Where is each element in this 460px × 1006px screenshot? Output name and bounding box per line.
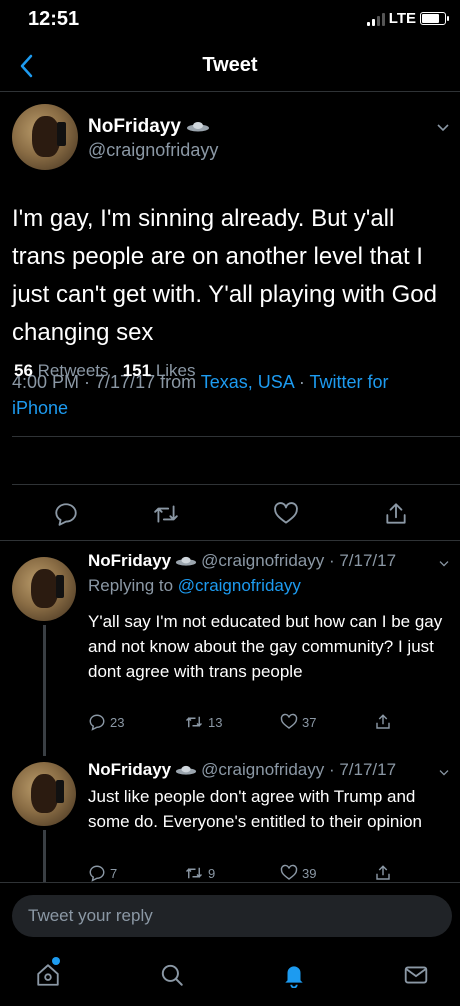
reply-count: 23 bbox=[110, 714, 125, 730]
retweet-button[interactable]: 13 bbox=[184, 713, 222, 731]
replying-to-label: Replying to bbox=[88, 576, 178, 595]
chevron-down-icon bbox=[439, 561, 449, 567]
thread-line bbox=[43, 625, 46, 756]
reply-actions: 7 9 39 bbox=[88, 864, 428, 882]
retweet-button[interactable]: 9 bbox=[184, 864, 215, 882]
reply-text: Y'all say I'm not educated but how can I… bbox=[88, 612, 443, 681]
reply-icon bbox=[89, 865, 105, 882]
reply-text: Just like people don't agree with Trump … bbox=[88, 787, 422, 831]
reply-header: NoFridayy @craignofridayy · 7/17/17 bbox=[88, 551, 396, 571]
retweets-stat[interactable]: 56 Retweets bbox=[14, 361, 109, 380]
avatar[interactable] bbox=[12, 762, 76, 826]
tweet-actions bbox=[0, 494, 460, 540]
share-icon bbox=[376, 714, 390, 729]
bottom-bar: Tweet your reply bbox=[0, 882, 460, 1006]
replying-to: Replying to @craignofridayy bbox=[88, 576, 301, 596]
reply-input[interactable]: Tweet your reply bbox=[12, 895, 452, 937]
like-count: 37 bbox=[302, 714, 317, 730]
search-icon bbox=[161, 964, 183, 986]
reply-author-name[interactable]: NoFridayy bbox=[88, 551, 171, 571]
reply-author-name[interactable]: NoFridayy bbox=[88, 760, 171, 780]
messages-icon bbox=[404, 966, 428, 984]
retweets-label: Retweets bbox=[37, 361, 109, 380]
tweet-text: I'm gay, I'm sinning already. But y'all … bbox=[12, 205, 437, 346]
thread-line bbox=[43, 830, 46, 882]
more-options-button[interactable] bbox=[438, 764, 450, 782]
reply-input-placeholder: Tweet your reply bbox=[28, 906, 153, 925]
more-options-button[interactable] bbox=[436, 120, 450, 138]
notifications-icon bbox=[285, 966, 303, 988]
divider bbox=[12, 436, 460, 437]
divider bbox=[12, 484, 460, 485]
like-count: 39 bbox=[302, 865, 317, 881]
author-name[interactable]: NoFridayy bbox=[88, 116, 210, 138]
like-button[interactable]: 37 bbox=[280, 713, 316, 731]
tweet-stats: 56 Retweets 151 Likes bbox=[14, 361, 196, 381]
signal-icon bbox=[366, 12, 385, 26]
reply-actions: 23 13 37 bbox=[88, 713, 428, 737]
likes-label: Likes bbox=[155, 361, 196, 380]
replying-to-link[interactable]: @craignofridayy bbox=[178, 576, 301, 595]
retweet-count: 9 bbox=[208, 865, 216, 881]
meta-separator: · bbox=[293, 372, 310, 392]
page-title: Tweet bbox=[202, 54, 258, 76]
battery-icon bbox=[420, 12, 449, 25]
reply-tweet[interactable]: NoFridayy @craignofridayy · 7/17/17 Repl… bbox=[0, 541, 460, 756]
notification-dot bbox=[52, 957, 60, 965]
retweet-icon bbox=[154, 505, 178, 523]
reply-header: NoFridayy @craignofridayy · 7/17/17 bbox=[88, 760, 396, 780]
retweets-count: 56 bbox=[14, 361, 33, 380]
chevron-down-icon bbox=[437, 124, 449, 132]
reply-icon bbox=[55, 503, 77, 526]
likes-stat[interactable]: 151 Likes bbox=[123, 361, 196, 380]
share-button[interactable] bbox=[374, 864, 392, 882]
network-label: LTE bbox=[388, 10, 416, 27]
avatar[interactable] bbox=[12, 104, 78, 170]
retweet-icon bbox=[185, 716, 203, 728]
tab-bar bbox=[0, 949, 460, 999]
top-nav: Tweet bbox=[0, 40, 460, 92]
share-button[interactable] bbox=[374, 713, 392, 731]
likes-count: 151 bbox=[122, 361, 152, 380]
heart-icon bbox=[280, 864, 298, 880]
home-icon bbox=[37, 964, 59, 986]
status-time: 12:51 bbox=[28, 8, 80, 30]
author-name-text: NoFridayy bbox=[88, 116, 181, 137]
reply-icon bbox=[89, 714, 105, 731]
ufo-emoji-icon bbox=[176, 765, 197, 775]
author-handle[interactable]: @craignofridayy bbox=[88, 140, 218, 161]
reply-tweet[interactable]: NoFridayy @craignofridayy · 7/17/17 Just… bbox=[0, 750, 460, 882]
ufo-emoji-icon bbox=[176, 556, 197, 566]
more-options-button[interactable] bbox=[438, 555, 450, 573]
tab-home[interactable] bbox=[28, 955, 68, 995]
retweet-button[interactable] bbox=[146, 494, 186, 534]
retweet-count: 13 bbox=[208, 714, 223, 730]
heart-icon bbox=[274, 502, 298, 524]
like-button[interactable]: 39 bbox=[280, 864, 316, 882]
share-icon bbox=[386, 503, 406, 524]
reply-button[interactable]: 23 bbox=[88, 713, 124, 731]
retweet-icon bbox=[185, 867, 203, 879]
tab-search[interactable] bbox=[152, 955, 192, 995]
tab-notifications[interactable] bbox=[274, 955, 314, 995]
chevron-down-icon bbox=[439, 770, 449, 776]
reply-button[interactable] bbox=[46, 494, 86, 534]
avatar[interactable] bbox=[12, 557, 76, 621]
reply-author-handle[interactable]: @craignofridayy · 7/17/17 bbox=[201, 760, 396, 780]
reply-button[interactable]: 7 bbox=[88, 864, 117, 882]
heart-icon bbox=[280, 713, 298, 729]
status-bar: 12:51 LTE bbox=[0, 0, 460, 40]
status-indicators: LTE bbox=[366, 10, 449, 27]
tweet-location-link[interactable]: Texas, USA bbox=[201, 372, 294, 392]
share-icon bbox=[376, 865, 390, 880]
tab-messages[interactable] bbox=[396, 955, 436, 995]
reply-count: 7 bbox=[110, 865, 118, 881]
ufo-emoji-icon bbox=[186, 122, 209, 132]
reply-author-handle[interactable]: @craignofridayy · 7/17/17 bbox=[201, 551, 396, 571]
like-button[interactable] bbox=[266, 494, 306, 534]
share-button[interactable] bbox=[376, 494, 416, 534]
